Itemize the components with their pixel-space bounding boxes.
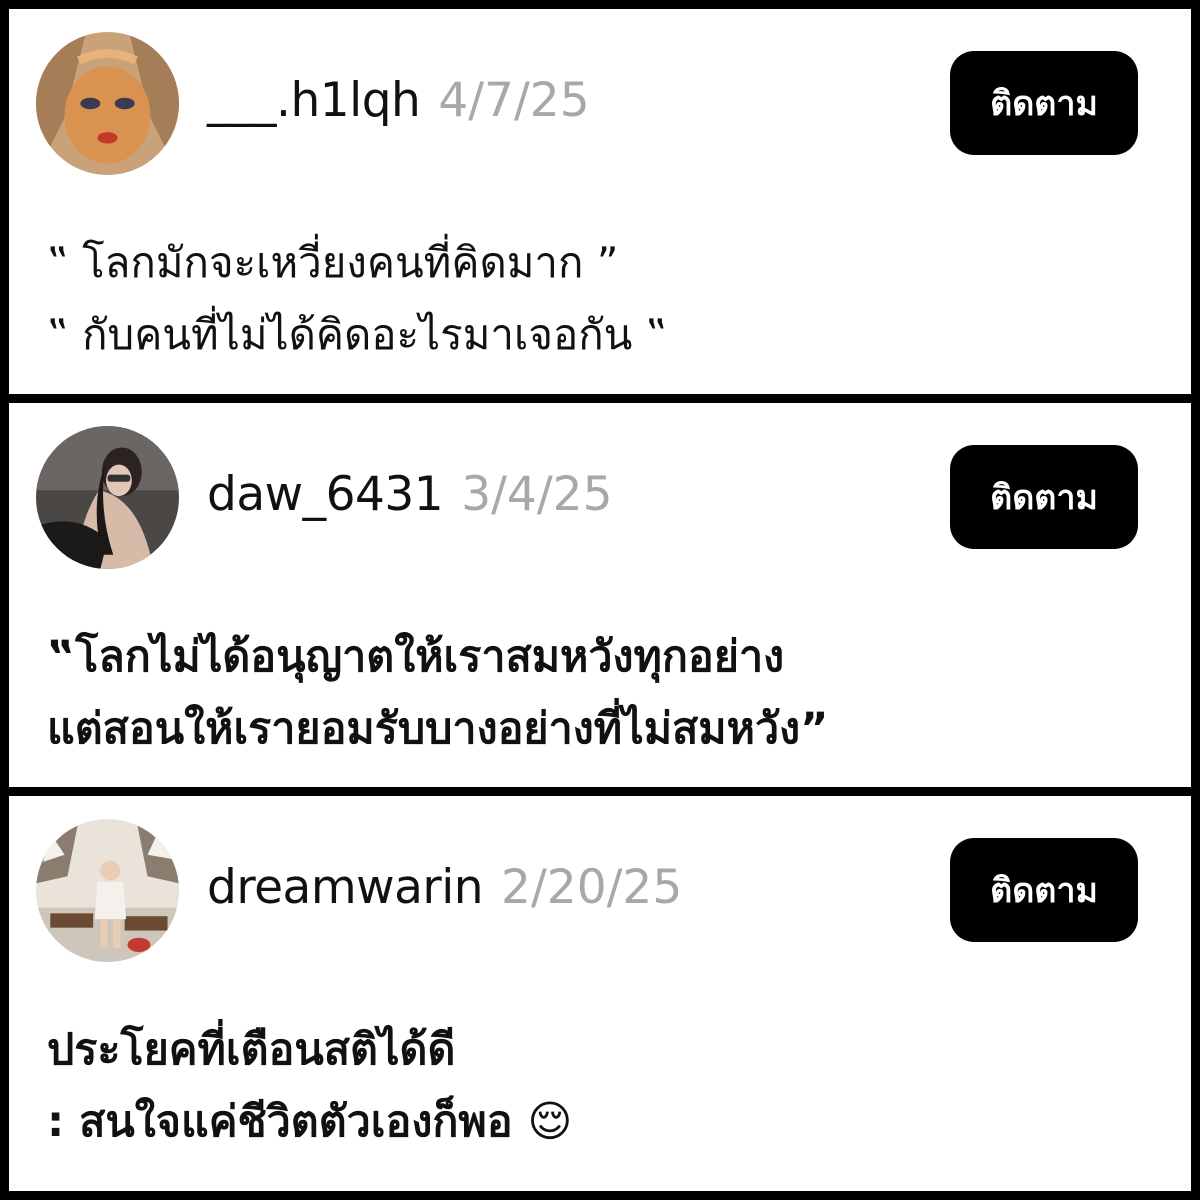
username[interactable]: daw_6431 [207, 467, 444, 522]
post-text-line: ‟ กับคนที่ไม่ได้คิดอะไรมาเจอกัน ‟ [47, 310, 668, 359]
post-meta: daw_6431 3/4/25 [207, 467, 612, 523]
post-text: ประโยคที่เตือนสติได้ดี : สนใจแค่ชีวิตตัว… [47, 1014, 572, 1158]
avatar[interactable] [36, 32, 179, 175]
username[interactable]: dreamwarin [207, 860, 484, 915]
post-card: ___.h1lqh 4/7/25 ติดตาม ‟ โลกมักจะเหวี่ยง… [9, 9, 1191, 394]
post-meta: ___.h1lqh 4/7/25 [207, 73, 590, 129]
post-card: dreamwarin 2/20/25 ติดตาม ประโยคที่เตือนส… [9, 796, 1191, 1191]
post-text-line: ‟ โลกมักจะเหวี่ยงคนที่คิดมาก ” [47, 238, 619, 287]
post-feed: ___.h1lqh 4/7/25 ติดตาม ‟ โลกมักจะเหวี่ยง… [0, 0, 1200, 1200]
post-date: 3/4/25 [461, 467, 613, 522]
post-text: ‟ โลกมักจะเหวี่ยงคนที่คิดมาก ” ‟ กับคนที… [47, 227, 667, 371]
post-date: 2/20/25 [501, 860, 683, 915]
follow-button[interactable]: ติดตาม [950, 838, 1138, 942]
avatar[interactable] [36, 426, 179, 569]
post-text: ‟โลกไม่ได้อนุญาตให้เราสมหวังทุกอย่าง แต่… [47, 621, 828, 765]
follow-button[interactable]: ติดตาม [950, 445, 1138, 549]
follow-button[interactable]: ติดตาม [950, 51, 1138, 155]
post-meta: dreamwarin 2/20/25 [207, 860, 682, 916]
avatar-image [36, 819, 179, 962]
post-card: daw_6431 3/4/25 ติดตาม ‟โลกไม่ได้อนุญาตให… [9, 403, 1191, 787]
post-text-line: : สนใจแค่ชีวิตตัวเองก็พอ 😌 [47, 1097, 573, 1147]
avatar-image [36, 32, 179, 175]
post-date: 4/7/25 [438, 73, 590, 128]
post-text-line: ‟โลกไม่ได้อนุญาตให้เราสมหวังทุกอย่าง [47, 632, 785, 682]
avatar-image [36, 426, 179, 569]
username[interactable]: ___.h1lqh [207, 73, 421, 128]
post-text-line: ประโยคที่เตือนสติได้ดี [47, 1025, 456, 1075]
post-text-line: แต่สอนให้เรายอมรับบางอย่างที่ไม่สมหวัง” [47, 704, 829, 754]
avatar[interactable] [36, 819, 179, 962]
